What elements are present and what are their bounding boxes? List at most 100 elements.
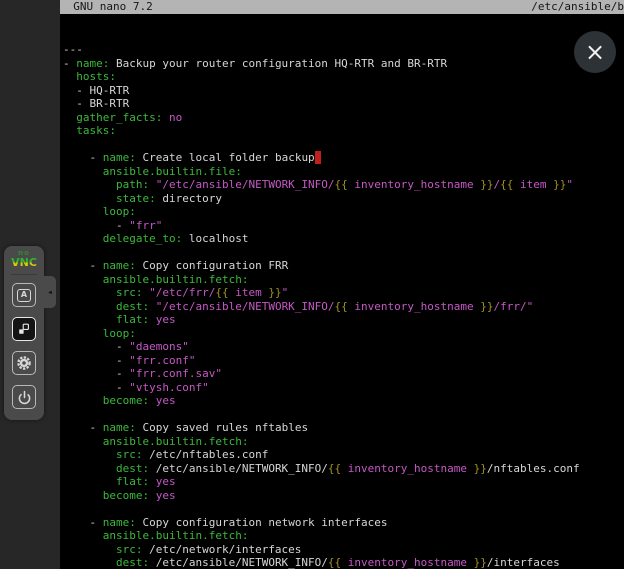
code-line: - name: Copy configuration network inter… bbox=[63, 516, 624, 530]
code-segment: delegate_to: bbox=[103, 232, 182, 245]
code-segment: become: bbox=[103, 394, 149, 407]
code-segment bbox=[63, 205, 103, 218]
keyboard-button[interactable]: A bbox=[12, 283, 36, 307]
code-segment bbox=[63, 70, 76, 83]
code-segment: state: bbox=[116, 192, 156, 205]
code-line: hosts: bbox=[63, 70, 624, 84]
code-segment: Copy saved rules nftables bbox=[136, 421, 308, 434]
code-line: ansible.builtin.file: bbox=[63, 165, 624, 179]
code-segment: "/etc/frr/ bbox=[149, 286, 215, 299]
code-segment: ansible.builtin.fetch: bbox=[103, 273, 249, 286]
code-line bbox=[63, 502, 624, 516]
code-line: - HQ-RTR bbox=[63, 84, 624, 98]
code-line: flat: yes bbox=[63, 313, 624, 327]
editor-lines: ---- name: Backup your router configurat… bbox=[63, 43, 624, 569]
code-line: gather_facts: no bbox=[63, 111, 624, 125]
code-segment: src: bbox=[116, 286, 143, 299]
close-icon: × bbox=[585, 38, 605, 66]
code-segment: yes bbox=[156, 313, 176, 326]
code-segment: tasks: bbox=[76, 124, 116, 137]
code-segment: "frr.conf" bbox=[129, 354, 195, 367]
code-segment: yes bbox=[156, 475, 176, 488]
code-segment: dest: bbox=[116, 462, 149, 475]
code-line: - "frr.conf.sav" bbox=[63, 367, 624, 381]
code-line: - name: Create local folder backup bbox=[63, 151, 624, 165]
code-segment bbox=[63, 111, 76, 124]
code-segment: - bbox=[63, 367, 129, 380]
panel-divider bbox=[11, 274, 37, 275]
code-segment: Copy configuration network interfaces bbox=[136, 516, 388, 529]
novnc-control-bar: no VNC A bbox=[4, 246, 44, 420]
code-segment: Create local folder backup bbox=[136, 151, 315, 164]
code-segment bbox=[63, 286, 116, 299]
code-segment: src: bbox=[116, 543, 143, 556]
code-segment: - bbox=[63, 219, 129, 232]
code-segment: flat: bbox=[116, 313, 149, 326]
code-segment: become: bbox=[103, 489, 149, 502]
code-segment bbox=[149, 313, 156, 326]
code-segment bbox=[149, 475, 156, 488]
code-segment: "daemons" bbox=[129, 340, 189, 353]
code-segment: ansible.builtin.fetch: bbox=[103, 529, 249, 542]
code-segment: - bbox=[63, 57, 76, 70]
code-line: state: directory bbox=[63, 192, 624, 206]
code-segment: - bbox=[63, 381, 129, 394]
code-line: - "daemons" bbox=[63, 340, 624, 354]
code-line: ansible.builtin.fetch: bbox=[63, 529, 624, 543]
code-segment: /etc/nftables.conf bbox=[142, 448, 268, 461]
settings-button[interactable] bbox=[12, 351, 36, 375]
code-segment: dest: bbox=[116, 556, 149, 569]
code-segment: /etc/ansible/NETWORK_INFO/ bbox=[149, 462, 328, 475]
code-segment: "frr" bbox=[129, 219, 162, 232]
code-segment: name: bbox=[103, 259, 136, 272]
code-line: loop: bbox=[63, 327, 624, 341]
code-line: - "frr" bbox=[63, 219, 624, 233]
code-segment bbox=[149, 489, 156, 502]
control-bar-handle[interactable]: ◀ bbox=[44, 276, 56, 308]
nano-titlebar: GNU nano 7.2 /etc/ansible/b bbox=[60, 0, 624, 14]
code-segment: /etc/network/interfaces bbox=[142, 543, 301, 556]
code-segment: - bbox=[63, 259, 103, 272]
code-segment: {{ bbox=[215, 286, 228, 299]
code-segment: inventory_hostname bbox=[341, 462, 473, 475]
code-line: - BR-RTR bbox=[63, 97, 624, 111]
power-icon bbox=[16, 389, 33, 406]
terminal-window: GNU nano 7.2 /etc/ansible/b ---- name: B… bbox=[60, 0, 624, 569]
code-segment: directory bbox=[156, 192, 222, 205]
code-segment: name: bbox=[103, 516, 136, 529]
code-line: - name: Backup your router configuration… bbox=[63, 57, 624, 71]
nano-editor[interactable]: ---- name: Backup your router configurat… bbox=[60, 14, 624, 569]
code-segment bbox=[63, 165, 103, 178]
code-segment bbox=[149, 394, 156, 407]
code-segment: loop: bbox=[103, 205, 136, 218]
code-segment: }} bbox=[480, 178, 493, 191]
code-line: path: "/etc/ansible/NETWORK_INFO/{{ inve… bbox=[63, 178, 624, 192]
code-segment: /frr/" bbox=[494, 300, 534, 313]
code-line: flat: yes bbox=[63, 475, 624, 489]
keyboard-icon: A bbox=[17, 289, 31, 302]
code-segment: {{ bbox=[335, 178, 348, 191]
code-line: src: /etc/nftables.conf bbox=[63, 448, 624, 462]
code-segment: }} bbox=[553, 178, 566, 191]
code-line: dest: /etc/ansible/NETWORK_INFO/{{ inven… bbox=[63, 462, 624, 476]
code-segment bbox=[63, 556, 116, 569]
code-line bbox=[63, 246, 624, 260]
code-segment: name: bbox=[76, 57, 109, 70]
code-segment: Copy configuration FRR bbox=[136, 259, 288, 272]
code-segment: "/etc/ansible/NETWORK_INFO/ bbox=[156, 300, 335, 313]
code-segment: - bbox=[63, 151, 103, 164]
code-segment bbox=[63, 475, 116, 488]
code-line: dest: "/etc/ansible/NETWORK_INFO/{{ inve… bbox=[63, 300, 624, 314]
code-segment: }} bbox=[474, 462, 487, 475]
code-segment: gather_facts: bbox=[76, 111, 162, 124]
code-segment: "frr.conf.sav" bbox=[129, 367, 222, 380]
fullscreen-button[interactable] bbox=[12, 317, 36, 341]
code-segment bbox=[63, 448, 116, 461]
code-segment: no bbox=[169, 111, 182, 124]
code-line bbox=[63, 408, 624, 422]
power-button[interactable] bbox=[12, 385, 36, 409]
code-segment: }} bbox=[474, 556, 487, 569]
close-button[interactable]: × bbox=[574, 31, 616, 73]
code-segment: ansible.builtin.file: bbox=[103, 165, 242, 178]
code-line: ansible.builtin.fetch: bbox=[63, 435, 624, 449]
